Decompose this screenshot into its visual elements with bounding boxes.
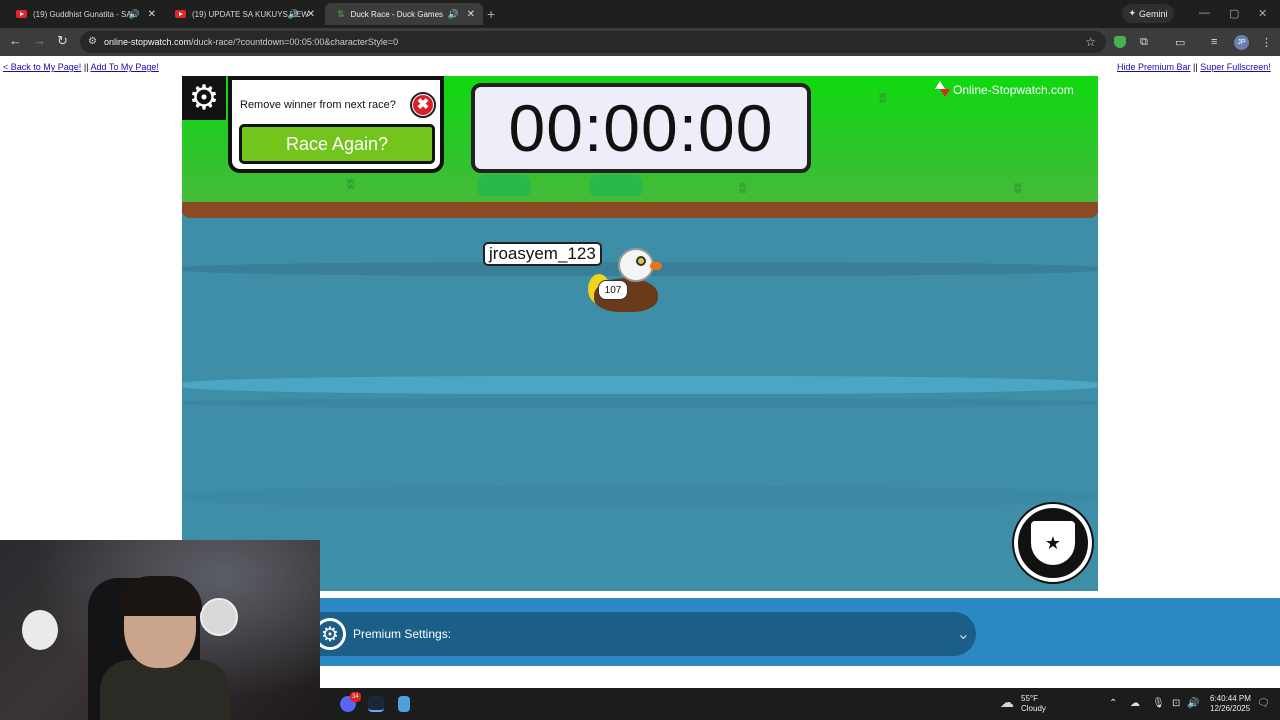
network-icon[interactable]: ⊡	[1172, 698, 1180, 709]
webcam-fan	[200, 598, 238, 636]
water-wave	[182, 398, 1098, 408]
discord-badge: 34	[350, 692, 361, 702]
gear-icon: ⚙	[188, 79, 220, 117]
settings-gear-button[interactable]: ⚙	[182, 76, 226, 120]
add-to-my-page-link[interactable]: Add To My Page!	[91, 62, 159, 72]
link-separator: ||	[83, 62, 89, 72]
mud-bank	[182, 202, 1098, 218]
sparkle-icon: ✦	[1128, 8, 1137, 18]
new-tab-button[interactable]: +	[487, 6, 495, 22]
water-wave	[182, 486, 1098, 508]
gemini-button[interactable]: ✦ Gemini	[1122, 4, 1174, 23]
bookmark-star-icon[interactable]: ☆	[1085, 35, 1096, 49]
tab-youtube-2[interactable]: (19) UPDATE SA KUKUYS NEW 🔊 ✕	[163, 3, 323, 25]
speaker-icon[interactable]: 🔊	[448, 9, 459, 20]
winner-panel: Remove winner from next race? ✖ Race Aga…	[228, 76, 444, 173]
tab-title: Duck Race - Duck Games	[350, 9, 444, 19]
super-fullscreen-link[interactable]: Super Fullscreen!	[1200, 62, 1271, 72]
chevron-up-icon[interactable]: ⌃	[1109, 698, 1117, 709]
close-tab-icon[interactable]: ✕	[148, 9, 156, 20]
grass-tuft: ʬ	[347, 176, 355, 192]
cloud-icon: ☁	[1000, 694, 1014, 710]
close-tab-icon[interactable]: ✕	[467, 9, 475, 20]
tab-title: (19) Guddhist Gunatita - SA	[33, 9, 132, 19]
webcam-lamp	[22, 610, 58, 650]
webcam-overlay	[0, 540, 320, 720]
back-to-my-page-link[interactable]: < Back to My Page!	[3, 62, 81, 72]
windows-taskbar: 34 ☁ 55°F Cloudy ⌃ ☁ 🎙 ⊡ 🔊 6:40:44 PM 12…	[320, 688, 1280, 720]
browser-toolbar: ← → ↻ ⚙ online-stopwatch.com/duck-race/?…	[0, 28, 1280, 56]
brand-text: Online-Stopwatch.com	[953, 83, 1074, 97]
duck-favicon-icon: ⇅	[337, 8, 345, 19]
onedrive-icon[interactable]: ☁	[1130, 698, 1140, 709]
premium-settings-bar[interactable]: ⚙ Premium Settings: ⌄	[314, 612, 976, 656]
gemini-label: Gemini	[1139, 8, 1168, 19]
microphone-icon[interactable]: 🎙	[1152, 698, 1165, 709]
address-bar[interactable]: ⚙ online-stopwatch.com/duck-race/?countd…	[80, 31, 1106, 53]
volume-icon[interactable]: 🔊	[1187, 698, 1199, 709]
racer-number-badge: 107	[598, 280, 628, 300]
shield-extension-icon[interactable]	[1114, 36, 1126, 48]
duck-beak	[650, 262, 662, 270]
online-stopwatch-logo[interactable]: Online-Stopwatch.com	[935, 81, 1074, 99]
remove-winner-button[interactable]: ✖	[410, 92, 436, 118]
link-separator: ||	[1193, 62, 1198, 72]
close-tab-icon[interactable]: ✕	[307, 9, 315, 20]
premium-settings-label: Premium Settings:	[353, 627, 452, 641]
temperature: 55°F	[1021, 694, 1038, 703]
minimize-icon[interactable]: —	[1199, 7, 1210, 19]
leaderboard-button[interactable]: ★	[1014, 504, 1092, 582]
right-links: Hide Premium Bar || Super Fullscreen!	[1117, 62, 1271, 72]
menu-icon[interactable]: ⋮	[1261, 36, 1272, 49]
duck-race-game[interactable]: ʬ ʬ ʬ ʬ ⚙ Remove winner from next race? …	[182, 76, 1098, 591]
reload-icon[interactable]: ↻	[57, 34, 68, 48]
clock-date[interactable]: 12/26/2025	[1210, 704, 1250, 714]
back-icon[interactable]: ←	[9, 34, 22, 48]
grass-tuft: ʬ	[1014, 180, 1022, 196]
webcam-person-body	[100, 660, 230, 720]
notifications-icon[interactable]: 🗨	[1257, 698, 1270, 709]
close-window-icon[interactable]: ✕	[1258, 7, 1267, 20]
reading-list-icon[interactable]: ≡	[1211, 36, 1217, 48]
countdown-timer: 00:00:00	[471, 83, 811, 173]
tab-youtube-1[interactable]: (19) Guddhist Gunatita - SA 🔊 ✕	[4, 3, 164, 25]
browser-tab-bar: (19) Guddhist Gunatita - SA 🔊 ✕ (19) UPD…	[0, 0, 1280, 28]
duck-goggle	[636, 256, 646, 266]
url-host: online-stopwatch.com	[104, 37, 192, 47]
profile-avatar[interactable]: JP	[1234, 35, 1249, 50]
hide-premium-bar-link[interactable]: Hide Premium Bar	[1117, 62, 1191, 72]
grass-tuft: ʬ	[879, 90, 887, 106]
site-info-icon[interactable]: ⚙	[88, 36, 97, 47]
extensions-icon[interactable]: ⧉	[1140, 36, 1148, 49]
speaker-icon[interactable]: 🔊	[288, 9, 299, 20]
left-links: < Back to My Page! || Add To My Page!	[3, 62, 159, 72]
speaker-icon[interactable]: 🔊	[129, 9, 140, 20]
webcam-person-hair	[118, 576, 202, 616]
forward-icon[interactable]: →	[33, 34, 46, 48]
racer-name-tag: jroasyem_123	[483, 242, 602, 266]
tab-duck-race[interactable]: ⇅ Duck Race - Duck Games 🔊 ✕	[325, 3, 483, 25]
chevron-down-icon[interactable]: ⌄	[957, 624, 970, 644]
close-icon: ✖	[413, 95, 433, 115]
youtube-icon	[16, 10, 27, 18]
bush	[478, 174, 530, 196]
maximize-icon[interactable]: ▢	[1229, 7, 1239, 20]
trophy-icon: ★	[1031, 521, 1075, 565]
url-path: /duck-race/?countdown=00:05:00&character…	[191, 37, 399, 47]
up-down-arrow-icon	[935, 81, 950, 99]
race-again-button[interactable]: Race Again?	[239, 124, 435, 164]
weather-condition: Cloudy	[1021, 704, 1046, 713]
duck-head	[618, 248, 654, 282]
notepad-icon[interactable]	[398, 696, 410, 712]
clock-time[interactable]: 6:40:44 PM	[1210, 694, 1251, 704]
water-wave	[182, 376, 1098, 394]
youtube-icon	[175, 10, 186, 18]
cast-icon[interactable]: ▭	[1175, 36, 1185, 49]
bush	[590, 174, 642, 196]
remove-winner-question: Remove winner from next race?	[240, 99, 396, 111]
grass-tuft: ʬ	[739, 180, 747, 196]
steam-icon[interactable]	[368, 696, 384, 712]
